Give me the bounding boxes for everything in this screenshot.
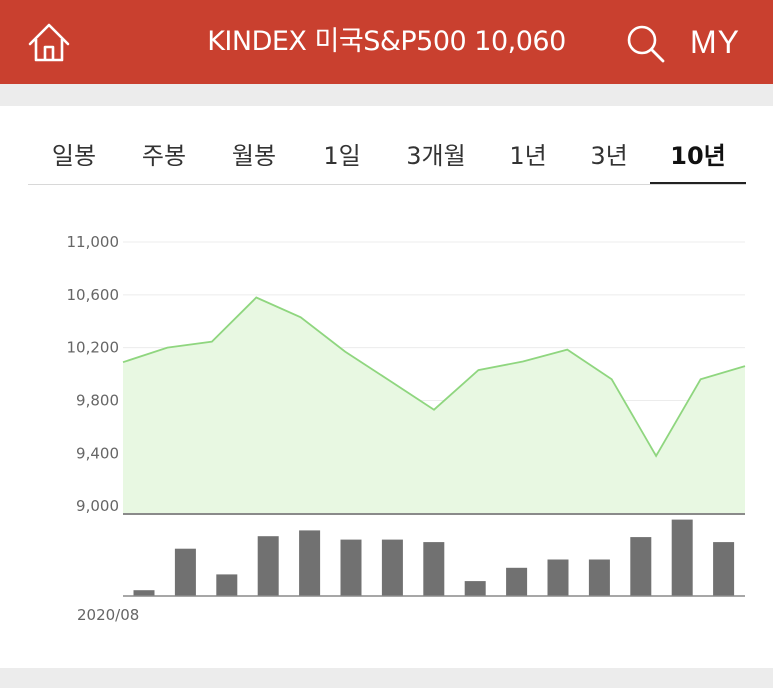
app-header: KINDEX 미국S&P500 10,060 MY (0, 0, 773, 84)
volume-bar (174, 548, 196, 596)
volume-bar (340, 539, 362, 596)
volume-bar (630, 537, 652, 596)
volume-bar (216, 574, 238, 596)
volume-bar (547, 559, 569, 596)
y-tick-label: 9,400 (76, 444, 119, 462)
chart-card: 일봉 주봉 월봉 1일 3개월 1년 3년 10년 11,000 10,600 10… (0, 106, 773, 668)
my-menu-button[interactable]: MY (690, 0, 740, 84)
price-chart: 11,000 10,600 10,200 9,800 9,400 9,000 2020/0… (67, 233, 746, 624)
search-icon[interactable] (624, 22, 666, 64)
volume-bar (423, 542, 445, 597)
volume-bar (588, 559, 610, 596)
volume-bar (133, 590, 155, 596)
volume-bar (671, 519, 693, 596)
y-tick-label: 10,200 (67, 339, 120, 357)
price-area (123, 297, 745, 514)
volume-bar (506, 567, 528, 596)
y-tick-label: 11,000 (67, 233, 120, 251)
y-axis-labels: 11,000 10,600 10,200 9,800 9,400 9,000 (67, 233, 120, 515)
volume-bar (381, 539, 403, 596)
header-spacer (0, 84, 773, 106)
x-axis-label: 2020/08 (77, 606, 139, 624)
y-tick-label: 9,000 (76, 497, 119, 515)
y-tick-label: 10,600 (67, 286, 120, 304)
volume-bar (257, 536, 279, 596)
y-tick-label: 9,800 (76, 391, 119, 409)
volume-bar (713, 542, 735, 597)
volume-bars (133, 519, 735, 597)
volume-bar (464, 581, 486, 596)
volume-bar (299, 530, 321, 596)
footer-spacer (0, 668, 773, 688)
